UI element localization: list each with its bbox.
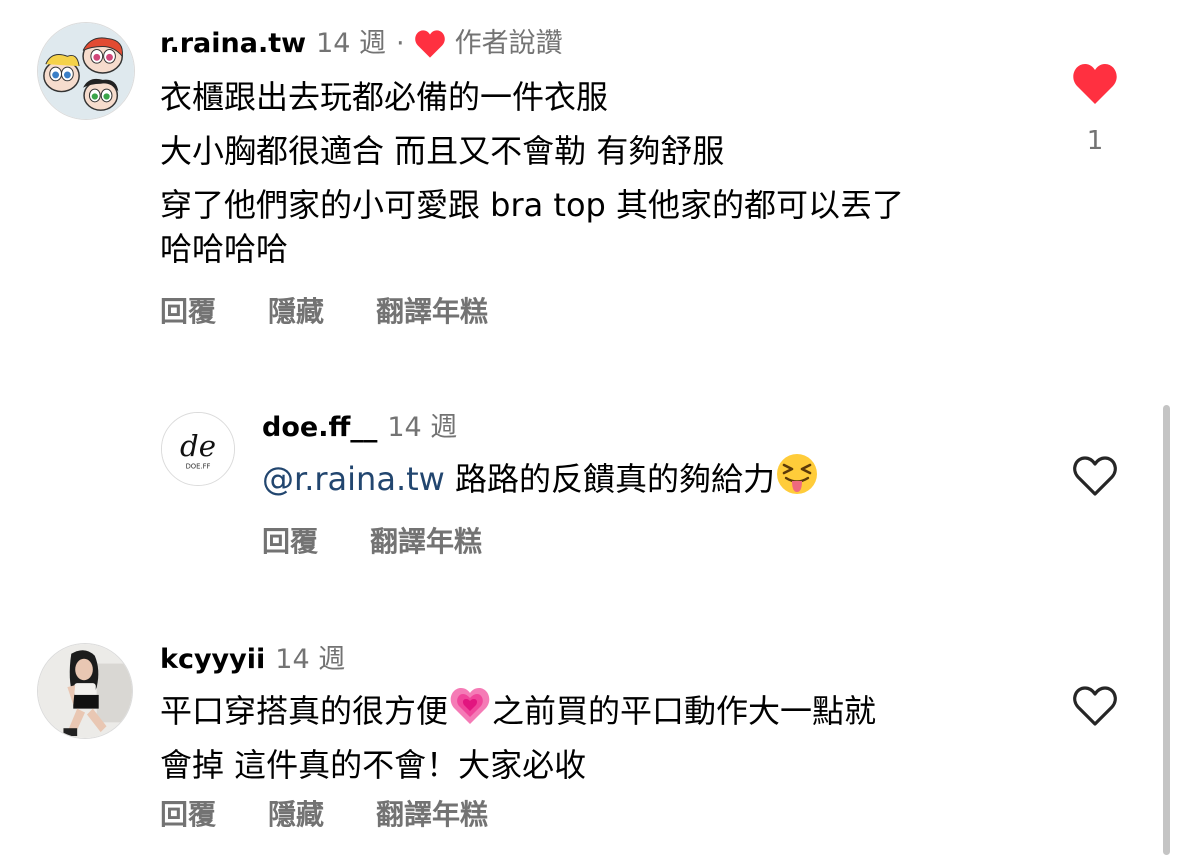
timestamp: 14 週 <box>316 28 387 59</box>
avatar-kcyyyii[interactable] <box>37 643 133 739</box>
profile-photo-image <box>38 644 132 738</box>
like-control <box>1070 684 1120 728</box>
translate-button[interactable]: 翻譯年糕 <box>376 793 488 833</box>
comment-text-part: 平口穿搭真的很方便 <box>160 692 449 730</box>
heart-outline-icon[interactable] <box>1071 684 1119 728</box>
timestamp: 14 週 <box>387 412 458 443</box>
doe-ff-logo-image: de DOE.FF <box>162 413 234 485</box>
comment-actions: 回覆 隱藏 翻譯年糕 <box>160 290 488 330</box>
username[interactable]: kcyyyii <box>160 642 265 678</box>
like-control: 1 <box>1070 62 1120 156</box>
comment-line: 大小胸都很適合 而且又不會勒 有夠舒服 <box>160 132 725 170</box>
comment-line: @r.raina.tw 路路的反饋真的夠給力 <box>262 452 819 506</box>
translate-button[interactable]: 翻譯年糕 <box>376 290 488 330</box>
comment-header: kcyyyii 14 週 <box>160 642 345 678</box>
mention-link[interactable]: @r.raina.tw <box>262 460 445 498</box>
comment-actions: 回覆 翻譯年糕 <box>262 520 482 560</box>
timestamp: 14 週 <box>275 644 346 675</box>
like-count[interactable]: 1 <box>1087 126 1104 156</box>
avatar-caption-text: DOE.FF <box>186 462 211 470</box>
comment-line: 哈哈哈哈 <box>160 230 289 268</box>
comment-text-part: 之前買的平口動作大一點就 <box>492 692 877 730</box>
author-liked-badge: 作者說讚 <box>413 26 563 62</box>
comment-line: 穿了他們家的小可愛跟 bra top 其他家的都可以丟了 <box>160 186 905 224</box>
powerpuff-avatar-image <box>38 23 134 119</box>
like-control <box>1070 454 1120 498</box>
comment-text: @r.raina.tw 路路的反饋真的夠給力 <box>262 452 819 506</box>
comment-actions: 回覆 隱藏 翻譯年糕 <box>160 793 488 833</box>
hide-button[interactable]: 隱藏 <box>268 793 324 833</box>
heart-filled-icon <box>414 30 445 58</box>
squinting-face-with-tongue-emoji <box>777 454 818 494</box>
avatar-logo-text: de <box>180 429 216 463</box>
growing-heart-emoji <box>450 688 490 724</box>
author-liked-label: 作者說讚 <box>454 28 563 59</box>
separator-dot: · <box>396 28 405 59</box>
reply-button[interactable]: 回覆 <box>160 793 216 833</box>
avatar-doe-ff[interactable]: de DOE.FF <box>161 412 235 486</box>
comment-line: 衣櫃跟出去玩都必備的一件衣服 <box>160 78 609 116</box>
comment-line: 平口穿搭真的很方便 之前買的平口動作大一點就 <box>160 684 876 738</box>
vertical-scrollbar[interactable] <box>1163 405 1170 855</box>
username[interactable]: r.raina.tw <box>160 26 306 62</box>
reply-button[interactable]: 回覆 <box>262 520 318 560</box>
avatar-r-raina-tw[interactable] <box>37 22 135 120</box>
heart-outline-icon[interactable] <box>1071 454 1119 498</box>
comment-text: 平口穿搭真的很方便 之前買的平口動作大一點就 會掉 這件真的不會！大家必收 <box>160 684 876 792</box>
reply-button[interactable]: 回覆 <box>160 290 216 330</box>
comment-line: 會掉 這件真的不會！大家必收 <box>160 746 587 784</box>
heart-filled-icon[interactable] <box>1071 62 1119 106</box>
comment-text: 衣櫃跟出去玩都必備的一件衣服 大小胸都很適合 而且又不會勒 有夠舒服 穿了他們家… <box>160 70 904 269</box>
username[interactable]: doe.ff__ <box>262 410 377 446</box>
hide-button[interactable]: 隱藏 <box>268 290 324 330</box>
comment-text-part: 路路的反饋真的夠給力 <box>444 460 776 498</box>
comment-header: r.raina.tw 14 週 · 作者說讚 <box>160 26 563 62</box>
comment-header: doe.ff__ 14 週 <box>262 410 457 446</box>
translate-button[interactable]: 翻譯年糕 <box>370 520 482 560</box>
